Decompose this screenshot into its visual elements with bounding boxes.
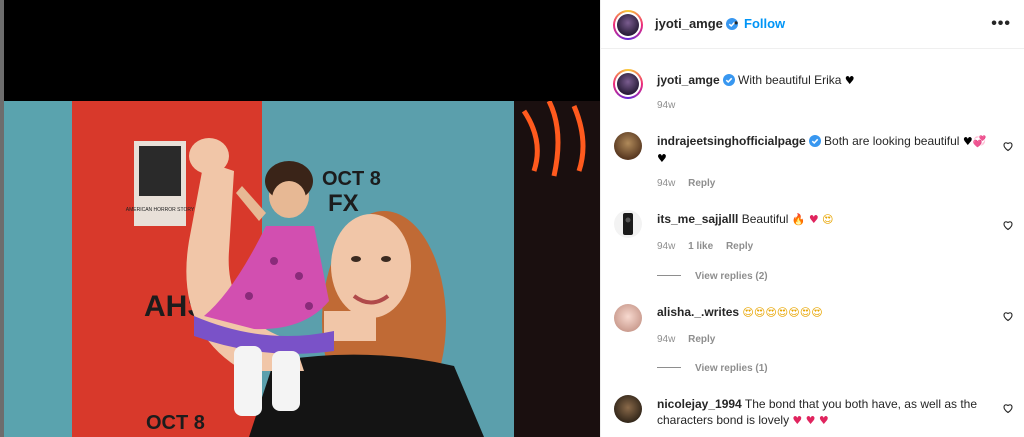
comment-text: Beautiful bbox=[741, 212, 789, 226]
black-heart-emoji: ♥ bbox=[962, 135, 973, 148]
sign-text-bottom: OCT 8 bbox=[146, 412, 205, 434]
like-heart-icon[interactable] bbox=[1002, 310, 1014, 322]
post-media[interactable]: AMERICAN HORROR STORY OCT 8 FX OCT 8 AHS bbox=[0, 0, 600, 437]
sign-text-fx: FX bbox=[328, 190, 359, 217]
comment-item: alisha._.writes 😍😍😍😍😍😍😍 94w Reply View r… bbox=[601, 302, 1024, 382]
commenter-username[interactable]: its_me_sajjalll bbox=[657, 212, 738, 226]
heart-eyes-emoji: 😍 bbox=[765, 306, 777, 319]
heart-eyes-emoji: 😍 bbox=[753, 306, 766, 319]
caption-author-avatar[interactable] bbox=[613, 69, 643, 99]
commenter-username[interactable]: alisha._.writes bbox=[657, 305, 739, 319]
caption-text: With beautiful Erika bbox=[738, 73, 842, 87]
reply-button[interactable]: Reply bbox=[688, 334, 715, 345]
comment-text: Both are looking beautiful bbox=[824, 134, 960, 148]
caption-timestamp[interactable]: 94w bbox=[657, 100, 675, 111]
comment-timestamp[interactable]: 94w bbox=[657, 178, 675, 189]
like-heart-icon[interactable] bbox=[1002, 219, 1014, 231]
commenter-avatar[interactable] bbox=[614, 304, 642, 332]
heart-eyes-emoji: 😍 bbox=[776, 306, 789, 319]
view-replies-button[interactable]: View replies (1) bbox=[657, 363, 768, 374]
verified-badge-icon bbox=[808, 135, 821, 147]
black-heart-emoji: ♥ bbox=[844, 74, 855, 87]
comment-body: alisha._.writes 😍😍😍😍😍😍😍 bbox=[657, 304, 987, 321]
comment-likes[interactable]: 1 like bbox=[688, 241, 713, 252]
commenter-avatar[interactable] bbox=[614, 210, 642, 238]
commenter-username[interactable]: indrajeetsinghofficialpage bbox=[657, 134, 821, 148]
comment-meta: 94w Reply bbox=[657, 334, 725, 345]
comment-timestamp[interactable]: 94w bbox=[657, 334, 675, 345]
post-caption: jyoti_amge With beautiful Erika ♥ 94w bbox=[601, 67, 1024, 112]
post-side-panel: jyoti_amge • Follow ••• jyoti_amge With … bbox=[600, 0, 1024, 437]
heart-eyes-emoji: 😍 bbox=[811, 306, 823, 319]
black-heart-emoji: ♥ bbox=[657, 152, 667, 165]
caption-body: jyoti_amge With beautiful Erika ♥ bbox=[657, 72, 987, 89]
comment-item: nicolejay_1994 The bond that you both ha… bbox=[601, 394, 1024, 437]
commenter-username[interactable]: nicolejay_1994 bbox=[657, 397, 742, 411]
author-avatar[interactable] bbox=[613, 10, 643, 40]
post-photo[interactable]: AMERICAN HORROR STORY OCT 8 FX OCT 8 AHS bbox=[4, 101, 600, 437]
heart-eyes-emoji: 😍 bbox=[742, 306, 754, 319]
sign-text-oct: OCT 8 bbox=[322, 168, 381, 190]
poster-text: AMERICAN HORROR STORY bbox=[126, 207, 195, 213]
comment-meta: 94w 1 like Reply bbox=[657, 241, 763, 252]
comment-body: its_me_sajjalll Beautiful 🔥 ♥ 😍 bbox=[657, 211, 987, 228]
commenter-avatar[interactable] bbox=[614, 395, 642, 423]
comment-meta: 94w Reply bbox=[657, 178, 725, 189]
caption-meta: 94w bbox=[657, 100, 685, 111]
follow-button[interactable]: Follow bbox=[744, 16, 785, 31]
revolving-hearts-emoji: 💞 bbox=[972, 135, 987, 148]
fire-emoji: 🔥 bbox=[791, 213, 806, 226]
more-options-icon[interactable]: ••• bbox=[991, 15, 1011, 33]
post-header: jyoti_amge • Follow ••• bbox=[601, 0, 1024, 49]
commenter-avatar[interactable] bbox=[614, 132, 642, 160]
like-heart-icon[interactable] bbox=[1002, 402, 1014, 414]
comment-body: nicolejay_1994 The bond that you both ha… bbox=[657, 396, 987, 429]
heart-eyes-emoji: 😍 bbox=[799, 306, 812, 319]
red-heart-emoji: ♥ bbox=[792, 414, 803, 427]
red-heart-emoji: ♥ bbox=[805, 414, 816, 427]
comment-timestamp[interactable]: 94w bbox=[657, 241, 675, 252]
author-username[interactable]: jyoti_amge bbox=[655, 16, 738, 31]
heart-eyes-emoji: 😍 bbox=[788, 306, 800, 319]
heart-eyes-emoji: 😍 bbox=[822, 213, 834, 226]
comment-body: indrajeetsinghofficialpage Both are look… bbox=[657, 133, 987, 167]
header-separator: • bbox=[734, 16, 739, 30]
red-heart-emoji: ♥ bbox=[818, 414, 829, 427]
reply-button[interactable]: Reply bbox=[688, 178, 715, 189]
view-replies-button[interactable]: View replies (2) bbox=[657, 271, 768, 282]
comment-item: indrajeetsinghofficialpage Both are look… bbox=[601, 130, 1024, 190]
caption-username[interactable]: jyoti_amge bbox=[657, 73, 735, 87]
verified-badge-icon bbox=[722, 74, 735, 86]
red-heart-emoji: ♥ bbox=[808, 213, 819, 226]
like-heart-icon[interactable] bbox=[1002, 140, 1014, 152]
comment-item: its_me_sajjalll Beautiful 🔥 ♥ 😍 94w 1 li… bbox=[601, 209, 1024, 289]
reply-button[interactable]: Reply bbox=[726, 241, 753, 252]
